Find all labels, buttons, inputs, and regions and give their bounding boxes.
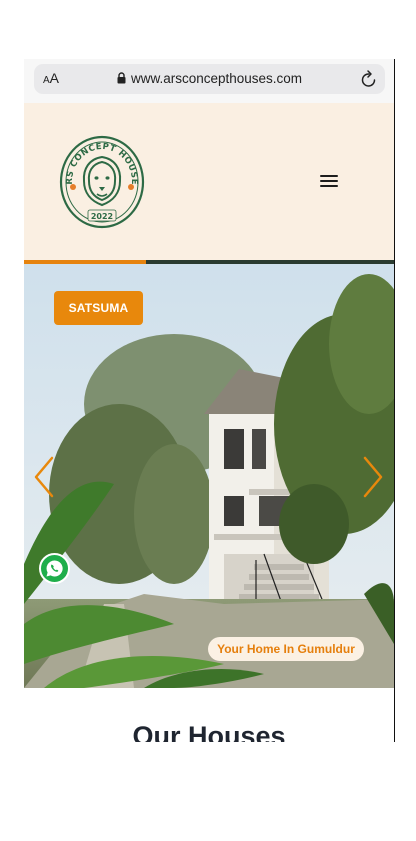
browser-window: AA www.arsconcepthouses.com RS CONCEPT H… bbox=[24, 59, 395, 742]
lion-logo-icon: ARS CONCEPT HOUSES 2022 bbox=[55, 128, 145, 229]
reload-icon[interactable] bbox=[360, 69, 378, 89]
slide-caption: Your Home In Gumuldur bbox=[208, 637, 364, 661]
logo-text: ARS CONCEPT HOUSES bbox=[55, 128, 138, 185]
lock-icon bbox=[117, 72, 126, 84]
location-badge[interactable]: SATSUMA bbox=[54, 291, 143, 325]
house-photo bbox=[24, 264, 394, 688]
browser-toolbar: AA www.arsconcepthouses.com bbox=[24, 59, 394, 103]
url-text: www.arsconcepthouses.com bbox=[130, 71, 303, 86]
whatsapp-button[interactable] bbox=[39, 553, 70, 584]
url-display[interactable]: www.arsconcepthouses.com bbox=[34, 71, 385, 86]
section-title: Our Houses bbox=[132, 721, 286, 742]
hero-slider[interactable]: SATSUMA Your Home In Gumuldur bbox=[24, 264, 394, 688]
chevron-right-icon[interactable] bbox=[359, 454, 387, 500]
chevron-left-icon[interactable] bbox=[30, 454, 58, 500]
site-header: ARS CONCEPT HOUSES 2022 bbox=[24, 103, 394, 260]
whatsapp-icon bbox=[46, 560, 63, 577]
address-bar[interactable]: AA www.arsconcepthouses.com bbox=[34, 64, 385, 94]
svg-text:ARS CONCEPT HOUSES: ARS CONCEPT HOUSES bbox=[59, 135, 139, 185]
hamburger-menu-icon[interactable] bbox=[320, 175, 338, 189]
site-logo[interactable]: ARS CONCEPT HOUSES 2022 bbox=[55, 128, 145, 229]
logo-year: 2022 bbox=[91, 212, 113, 221]
